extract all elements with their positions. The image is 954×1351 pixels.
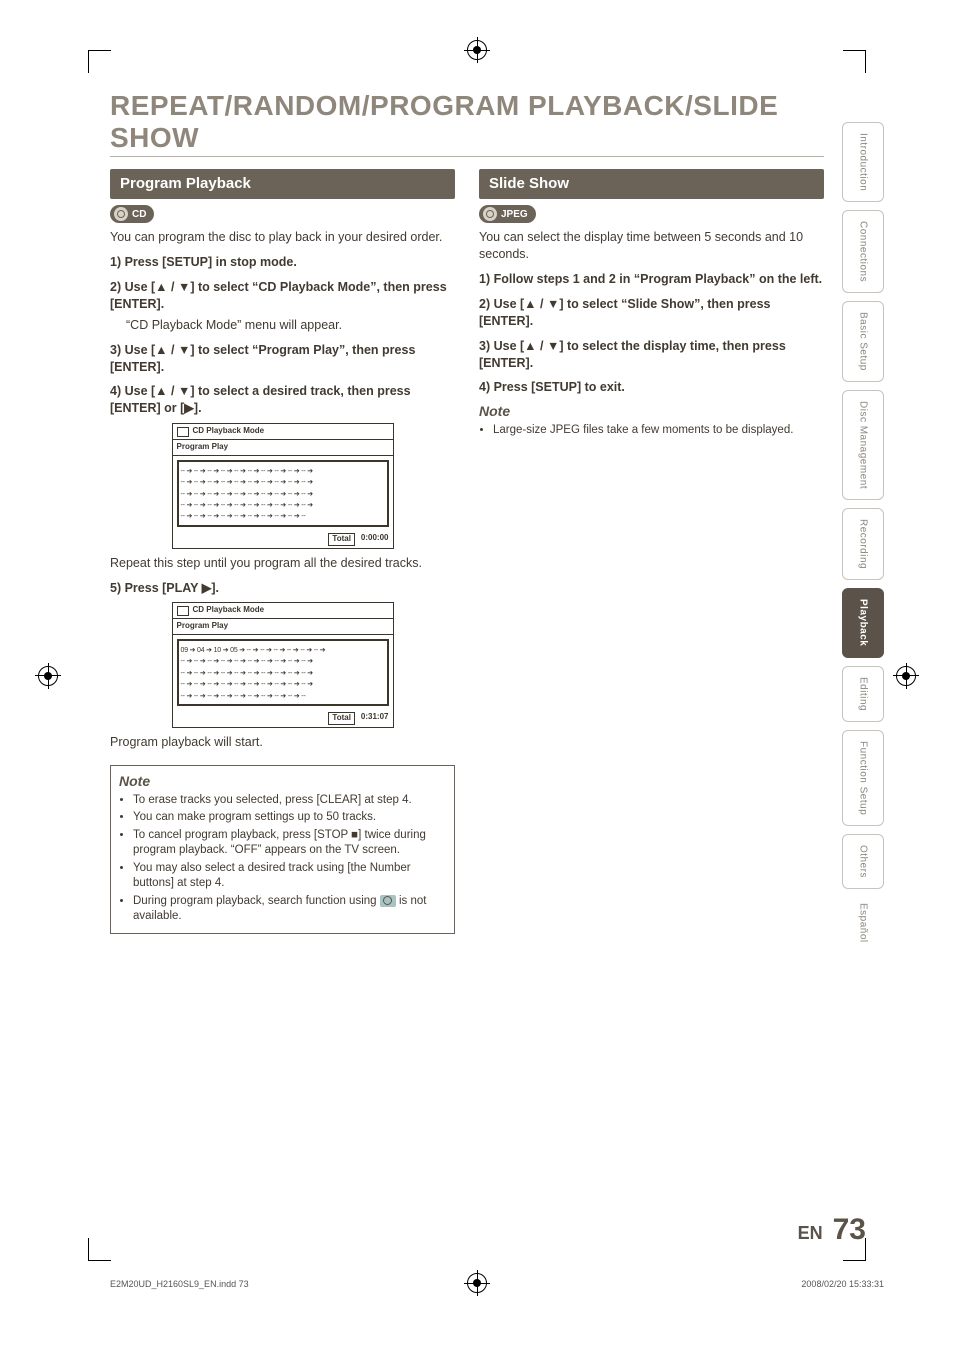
osd-title: CD Playback Mode: [193, 605, 265, 616]
osd-total-value: 0:00:00: [361, 533, 389, 546]
tab-connections: Connections: [842, 210, 884, 293]
side-tabs: Introduction Connections Basic Setup Dis…: [842, 122, 884, 949]
search-icon: [380, 895, 396, 907]
disc-icon: [483, 207, 497, 221]
step-5-after: Program playback will start.: [110, 734, 455, 751]
osd-row: -- ➔ -- ➔ -- ➔ -- ➔ -- ➔ -- ➔ -- ➔ -- ➔ …: [181, 490, 313, 499]
note-item: To cancel program playback, press [STOP …: [133, 828, 446, 859]
tab-basic-setup: Basic Setup: [842, 301, 884, 382]
step-5: 5) Press [PLAY ▶].: [110, 580, 455, 597]
step-1: 1) Press [SETUP] in stop mode.: [110, 254, 455, 271]
crop-mark: [88, 1238, 111, 1261]
tab-function-setup: Function Setup: [842, 730, 884, 826]
page-title: REPEAT/RANDOM/PROGRAM PLAYBACK/SLIDE SHO…: [110, 90, 824, 157]
osd-row: -- ➔ -- ➔ -- ➔ -- ➔ -- ➔ -- ➔ -- ➔ -- ➔ …: [181, 467, 313, 476]
note-inline: Note Large-size JPEG files take a few mo…: [479, 402, 824, 438]
osd-title: CD Playback Mode: [193, 426, 265, 437]
osd-total-label: Total: [328, 533, 355, 546]
intro-text: You can select the display time between …: [479, 229, 824, 263]
tab-playback: Playback: [842, 588, 884, 657]
tab-others: Others: [842, 834, 884, 889]
crop-mark: [88, 50, 111, 73]
step-3: 3) Use [▲ / ▼] to select “Program Play”,…: [110, 342, 455, 376]
registration-mark: [467, 40, 487, 60]
footer-file: E2M20UD_H2160SL9_EN.indd 73: [110, 1279, 249, 1289]
tab-espanol: Español: [842, 897, 884, 949]
chip-label: CD: [132, 208, 146, 222]
footer-meta: E2M20UD_H2160SL9_EN.indd 73 2008/02/20 1…: [110, 1279, 884, 1289]
note-item: To erase tracks you selected, press [CLE…: [133, 793, 446, 809]
osd-row: -- ➔ -- ➔ -- ➔ -- ➔ -- ➔ -- ➔ -- ➔ -- ➔ …: [181, 501, 313, 510]
osd-subtitle: Program Play: [173, 440, 393, 456]
note-item: During program playback, search function…: [133, 894, 446, 925]
media-chip-cd: CD: [110, 205, 154, 223]
osd-row: -- ➔ -- ➔ -- ➔ -- ➔ -- ➔ -- ➔ -- ➔ -- ➔ …: [181, 478, 313, 487]
note-item: You may also select a desired track usin…: [133, 861, 446, 892]
note-text: During program playback, search function…: [133, 895, 380, 907]
footer-timestamp: 2008/02/20 15:33:31: [801, 1279, 884, 1289]
media-chip-jpeg: JPEG: [479, 205, 536, 223]
crop-mark: [843, 50, 866, 73]
step-2-body: “CD Playback Mode” menu will appear.: [126, 317, 455, 334]
step-2: 2) Use [▲ / ▼] to select “Slide Show”, t…: [479, 296, 824, 330]
step-1: 1) Follow steps 1 and 2 in “Program Play…: [479, 271, 824, 288]
page-number: EN 73: [798, 1213, 866, 1247]
intro-text: You can program the disc to play back in…: [110, 229, 455, 246]
page-lang: EN: [798, 1223, 823, 1244]
osd-grid: -- ➔ -- ➔ -- ➔ -- ➔ -- ➔ -- ➔ -- ➔ -- ➔ …: [177, 460, 389, 527]
osd-row: 09 ➔ 04 ➔ 10 ➔ 05 ➔ -- ➔ -- ➔ -- ➔ -- ➔ …: [181, 646, 326, 655]
note-title: Note: [119, 772, 446, 791]
col-slide-show: Slide Show JPEG You can select the displ…: [479, 169, 824, 934]
osd-program-play-empty: CD Playback Mode Program Play -- ➔ -- ➔ …: [172, 423, 394, 549]
note-item: You can make program settings up to 50 t…: [133, 810, 446, 826]
tab-recording: Recording: [842, 508, 884, 580]
registration-mark: [38, 666, 58, 686]
section-header-program-playback: Program Playback: [110, 169, 455, 199]
osd-total-value: 0:31:07: [361, 712, 389, 725]
chip-label: JPEG: [501, 208, 528, 222]
col-program-playback: Program Playback CD You can program the …: [110, 169, 455, 934]
window-icon: [177, 606, 189, 616]
tab-disc-management: Disc Management: [842, 390, 884, 500]
disc-icon: [114, 207, 128, 221]
step-3: 3) Use [▲ / ▼] to select the display tim…: [479, 338, 824, 372]
osd-subtitle: Program Play: [173, 619, 393, 635]
section-header-slide-show: Slide Show: [479, 169, 824, 199]
note-box: Note To erase tracks you selected, press…: [110, 765, 455, 934]
osd-row: -- ➔ -- ➔ -- ➔ -- ➔ -- ➔ -- ➔ -- ➔ -- ➔ …: [181, 669, 313, 678]
note-item: Large-size JPEG files take a few moments…: [493, 423, 824, 439]
osd-row: -- ➔ -- ➔ -- ➔ -- ➔ -- ➔ -- ➔ -- ➔ -- ➔ …: [181, 657, 313, 666]
osd-total-label: Total: [328, 712, 355, 725]
step-4: 4) Use [▲ / ▼] to select a desired track…: [110, 383, 455, 417]
osd-row: -- ➔ -- ➔ -- ➔ -- ➔ -- ➔ -- ➔ -- ➔ -- ➔ …: [181, 692, 306, 701]
osd-row: -- ➔ -- ➔ -- ➔ -- ➔ -- ➔ -- ➔ -- ➔ -- ➔ …: [181, 512, 306, 521]
note-title: Note: [479, 402, 824, 421]
registration-mark: [896, 666, 916, 686]
step-4: 4) Press [SETUP] to exit.: [479, 379, 824, 396]
step-4-after: Repeat this step until you program all t…: [110, 555, 455, 572]
window-icon: [177, 427, 189, 437]
tab-introduction: Introduction: [842, 122, 884, 202]
step-2: 2) Use [▲ / ▼] to select “CD Playback Mo…: [110, 279, 455, 313]
osd-row: -- ➔ -- ➔ -- ➔ -- ➔ -- ➔ -- ➔ -- ➔ -- ➔ …: [181, 680, 313, 689]
osd-grid: 09 ➔ 04 ➔ 10 ➔ 05 ➔ -- ➔ -- ➔ -- ➔ -- ➔ …: [177, 639, 389, 706]
osd-program-play-filled: CD Playback Mode Program Play 09 ➔ 04 ➔ …: [172, 602, 394, 728]
tab-editing: Editing: [842, 666, 884, 722]
page-no: 73: [833, 1213, 866, 1247]
